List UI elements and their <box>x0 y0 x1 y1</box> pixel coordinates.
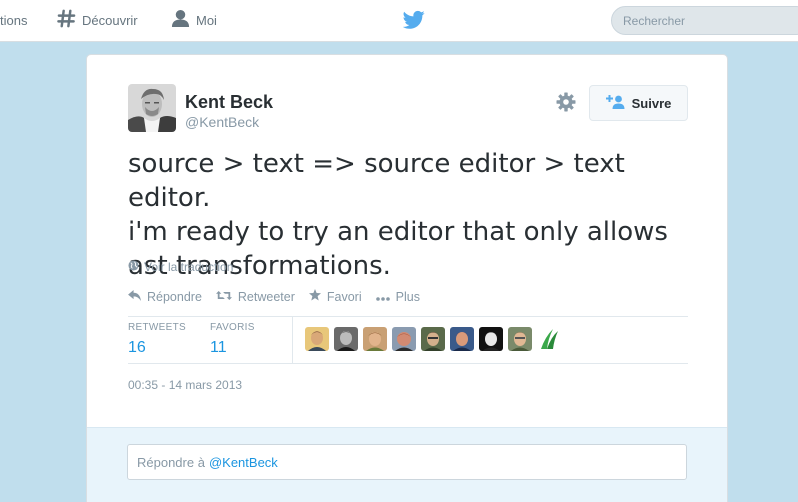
star-icon <box>308 289 327 304</box>
favorite-action-label: Favori <box>326 289 362 304</box>
nav-notifications-label: tions <box>0 12 28 28</box>
tweet-timestamp[interactable]: 00:35 - 14 mars 2013 <box>128 378 242 392</box>
reply-action[interactable]: Répondre <box>128 289 202 304</box>
nav-notifications[interactable]: tions <box>0 0 27 40</box>
search-input[interactable] <box>611 6 798 35</box>
nav-me-label: Moi <box>196 12 217 28</box>
reply-prefix: Répondre à <box>137 454 205 470</box>
retweet-icon <box>215 290 238 304</box>
gear-icon[interactable] <box>556 92 576 112</box>
more-dots-icon <box>375 290 396 304</box>
more-action[interactable]: Plus <box>375 289 420 304</box>
twitter-bird-icon[interactable] <box>402 10 425 30</box>
author-handle[interactable]: @KentBeck <box>185 114 259 130</box>
engager-avatar[interactable] <box>479 327 503 351</box>
reply-input[interactable]: Répondre à @KentBeck <box>127 444 687 480</box>
retweets-label: RETWEETS <box>128 322 186 333</box>
nav-me[interactable]: Moi <box>171 0 217 40</box>
follow-button[interactable]: Suivre <box>589 85 688 121</box>
globe-icon <box>128 260 144 274</box>
engager-avatar[interactable] <box>450 327 474 351</box>
tweet-card: Kent Beck @KentBeck Suivre source > text… <box>86 54 728 502</box>
reply-action-label: Répondre <box>147 289 202 304</box>
favorites-stat[interactable]: FAVORIS 11 <box>210 322 255 357</box>
engager-avatar[interactable] <box>508 327 532 351</box>
retweets-count: 16 <box>128 339 146 356</box>
reply-mention: @KentBeck <box>208 454 278 470</box>
follow-button-label: Suivre <box>631 95 672 111</box>
author-avatar[interactable] <box>128 84 176 132</box>
add-person-icon <box>605 94 632 112</box>
favorite-action[interactable]: Favori <box>308 289 362 304</box>
engager-avatar[interactable] <box>537 327 561 351</box>
favorites-label: FAVORIS <box>210 322 255 333</box>
stats-divider <box>292 317 293 363</box>
person-icon <box>171 9 196 31</box>
more-action-label: Plus <box>395 289 420 304</box>
reply-icon <box>128 289 147 304</box>
retweet-action-label: Retweeter <box>237 289 295 304</box>
top-nav-bar: tions Découvrir Moi <box>0 0 798 42</box>
retweets-stat[interactable]: RETWEETS 16 <box>128 322 186 357</box>
engager-avatar[interactable] <box>305 327 329 351</box>
nav-discover[interactable]: Découvrir <box>57 0 138 40</box>
engager-avatars <box>305 327 566 351</box>
author-name[interactable]: Kent Beck <box>185 92 273 113</box>
tweet-stats: RETWEETS 16 FAVORIS 11 <box>128 316 688 364</box>
engager-avatar[interactable] <box>392 327 416 351</box>
nav-discover-label: Découvrir <box>82 12 138 28</box>
engager-avatar[interactable] <box>334 327 358 351</box>
translate-link[interactable]: Voir la traduction <box>128 260 233 274</box>
engager-avatar[interactable] <box>421 327 445 351</box>
reply-area: Répondre à @KentBeck <box>87 427 727 502</box>
translate-label: Voir la traduction <box>144 260 234 274</box>
engager-avatar[interactable] <box>363 327 387 351</box>
hashtag-icon <box>57 9 82 31</box>
retweet-action[interactable]: Retweeter <box>215 289 295 304</box>
favorites-count: 11 <box>210 339 227 356</box>
tweet-actions: Répondre Retweeter Favori Plus <box>128 289 434 304</box>
